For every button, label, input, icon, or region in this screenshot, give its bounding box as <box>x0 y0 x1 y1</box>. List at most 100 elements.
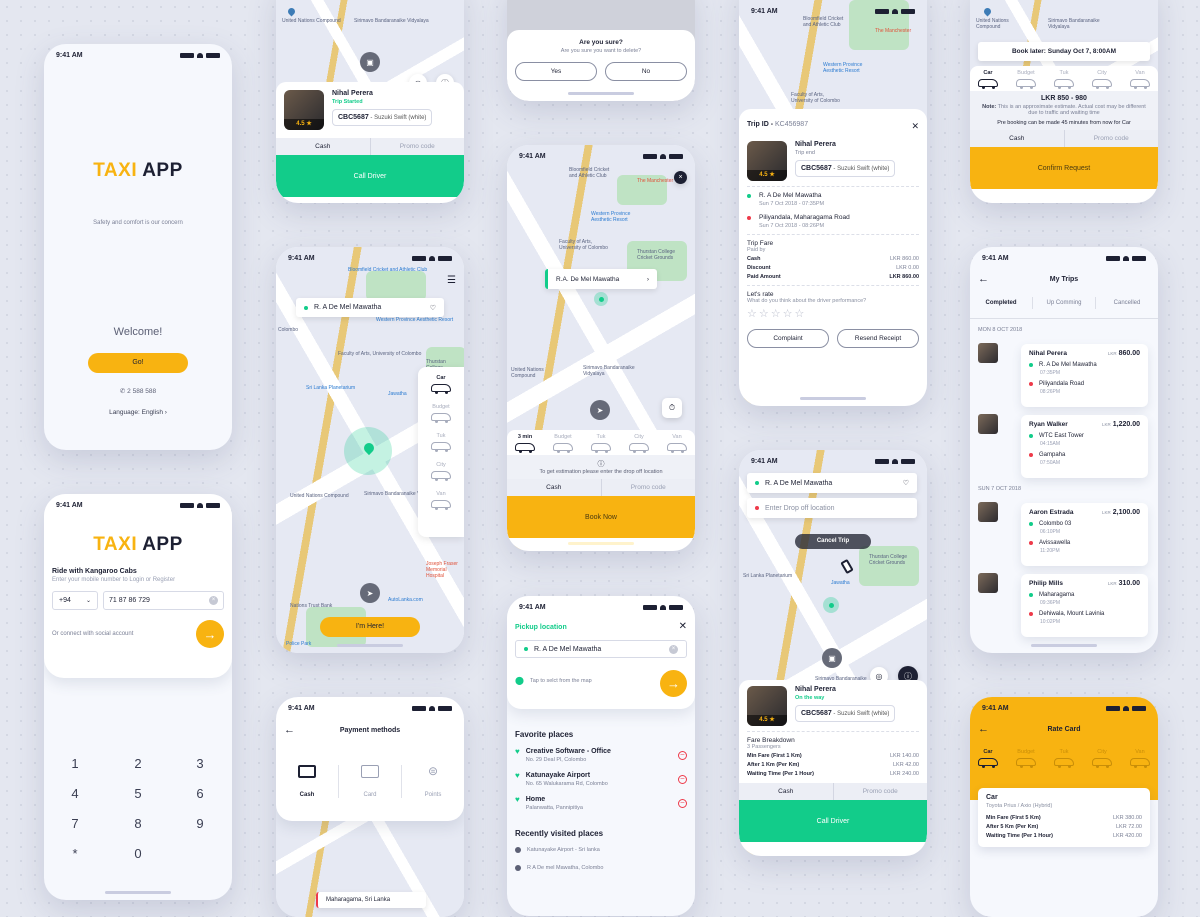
vehicle-car[interactable]: Car <box>418 375 464 394</box>
trip-card[interactable]: Philip Mills LKR 310.00 Maharagama 09:36… <box>1021 574 1148 637</box>
promo-code-button[interactable]: Promo code <box>832 783 928 800</box>
vehicle-tuk[interactable]: Tuk <box>591 434 611 453</box>
clear-icon[interactable]: × <box>209 596 218 605</box>
yes-button[interactable]: Yes <box>515 62 597 81</box>
vehicle-car[interactable]: 3 min <box>515 434 535 453</box>
trip-card[interactable]: Ryan Walker LKR 1,220.00 WTC East Tower … <box>1021 415 1148 478</box>
vehicle-van[interactable]: Van <box>1130 70 1150 89</box>
confirm-request-button[interactable]: Confirm Request <box>970 147 1158 189</box>
star-icon[interactable]: ☆ <box>795 308 807 320</box>
language-selector[interactable]: Language: English › <box>44 409 232 416</box>
vehicle-tuk[interactable]: Tuk <box>1054 70 1074 89</box>
complaint-button[interactable]: Complaint <box>747 329 829 348</box>
vehicle-budget[interactable]: Budget <box>1016 749 1036 768</box>
star-icon[interactable]: ☆ <box>783 308 795 320</box>
vehicle-van[interactable]: Van <box>418 491 464 510</box>
book-now-button[interactable]: Book Now <box>507 496 695 538</box>
vehicle-city[interactable]: City <box>418 462 464 481</box>
menu-icon[interactable]: ☰ <box>447 275 456 286</box>
vehicle-budget[interactable]: Budget <box>1016 70 1036 89</box>
key-1[interactable]: 1 <box>65 756 85 771</box>
tab-cancelled[interactable]: Cancelled <box>1096 297 1158 318</box>
navigate-icon[interactable]: ➤ <box>590 400 610 420</box>
tab-upcoming[interactable]: Up Comming <box>1032 297 1096 309</box>
recent-place[interactable]: R A De mel Mawatha, Colombo <box>515 865 687 871</box>
key-2[interactable]: 2 <box>128 756 148 771</box>
schedule-timer-icon[interactable]: ⏱ <box>662 398 682 418</box>
pickup-location-field[interactable]: R. A De Mel Mawatha ♡ <box>747 473 917 493</box>
go-button[interactable]: Go! <box>88 353 188 373</box>
vehicle-city[interactable]: City <box>1092 749 1112 768</box>
key-9[interactable]: 9 <box>190 816 210 831</box>
pickup-location-field[interactable]: R. A De Mel Mawatha ♡ <box>296 298 444 317</box>
drop-location-input[interactable]: Enter Drop off location <box>747 498 917 518</box>
drop-location-bar[interactable]: Maharagama, Sri Lanka <box>316 892 426 908</box>
navigate-icon[interactable]: ➤ <box>360 583 380 603</box>
remove-favorite-icon[interactable]: – <box>678 775 687 784</box>
submit-arrow-button[interactable]: → <box>660 670 687 697</box>
support-phone[interactable]: ✆ 2 588 588 <box>44 387 232 395</box>
close-icon[interactable]: ✕ <box>679 621 687 632</box>
key-star[interactable]: * <box>65 846 85 861</box>
payment-option-cash[interactable]: Cash <box>276 765 338 798</box>
pickup-location-callout[interactable]: R.A. De Mel Mawatha › <box>545 269 657 289</box>
call-driver-button[interactable]: Call Driver <box>276 155 464 197</box>
vehicle-budget[interactable]: Budget <box>553 434 573 453</box>
vehicle-budget[interactable]: Budget <box>418 404 464 423</box>
trip-card[interactable]: Aaron Estrada LKR 2,100.00 Colombo 03 06… <box>1021 503 1148 566</box>
no-button[interactable]: No <box>605 62 687 81</box>
payment-cash-button[interactable]: Cash <box>739 783 833 800</box>
vehicle-car[interactable]: Car <box>978 70 998 89</box>
social-connect-link[interactable]: Or connect with social account <box>52 631 133 637</box>
vehicle-city[interactable]: City <box>629 434 649 453</box>
trip-card[interactable]: Nihal Perera LKR 860.00 R. A De Mel Mawa… <box>1021 344 1148 407</box>
favorite-place[interactable]: ♥ Katunayake Airport No. 65 Walukarama Rd,… <box>515 772 687 787</box>
vehicle-van[interactable]: Van <box>1130 749 1150 768</box>
select-from-map-link[interactable]: ⬤ Tap to selct from the map <box>515 676 592 685</box>
vehicle-car[interactable]: Car <box>978 749 998 768</box>
country-code-select[interactable]: +94 ⌄ <box>52 591 98 610</box>
recent-place[interactable]: Katunayake Airport - Sri lanka <box>515 847 687 853</box>
heart-icon[interactable]: ♡ <box>903 479 909 487</box>
promo-code-button[interactable]: Promo code <box>369 138 465 155</box>
star-icon[interactable]: ☆ <box>759 308 771 320</box>
pickup-search-input[interactable]: R. A De Mel Mawatha × <box>515 640 687 658</box>
payment-cash-button[interactable]: Cash <box>970 130 1064 147</box>
cancel-trip-button[interactable]: Cancel Trip <box>795 534 871 549</box>
vehicle-tuk[interactable]: Tuk <box>418 433 464 452</box>
remove-favorite-icon[interactable]: – <box>678 751 687 760</box>
resend-receipt-button[interactable]: Resend Receipt <box>837 329 919 348</box>
mobile-number-input[interactable]: 71 87 86 729 × <box>103 591 224 610</box>
vehicle-tuk[interactable]: Tuk <box>1054 749 1074 768</box>
key-3[interactable]: 3 <box>190 756 210 771</box>
promo-code-button[interactable]: Promo code <box>600 479 696 496</box>
submit-arrow-button[interactable]: → <box>196 620 224 648</box>
vehicle-van[interactable]: Van <box>667 434 687 453</box>
payment-cash-button[interactable]: Cash <box>507 479 601 496</box>
favorite-place[interactable]: ♥ Creative Software - Office No. 29 Deal P… <box>515 748 687 763</box>
key-5[interactable]: 5 <box>128 786 148 801</box>
promo-code-button[interactable]: Promo code <box>1063 130 1159 147</box>
payment-option-points[interactable]: ⊜ Points <box>402 765 464 799</box>
key-8[interactable]: 8 <box>128 816 148 831</box>
star-icon[interactable]: ☆ <box>747 308 759 320</box>
key-6[interactable]: 6 <box>190 786 210 801</box>
close-icon[interactable]: × <box>674 171 687 184</box>
clear-icon[interactable]: × <box>669 644 678 654</box>
remove-favorite-icon[interactable]: – <box>678 799 687 808</box>
payment-option-card[interactable]: Card <box>338 765 402 798</box>
close-icon[interactable]: ✕ <box>911 121 919 132</box>
call-driver-button[interactable]: Call Driver <box>739 800 927 842</box>
tab-completed[interactable]: Completed <box>970 297 1032 318</box>
star-rating[interactable]: ☆☆☆☆☆ <box>747 307 919 320</box>
vehicle-city[interactable]: City <box>1092 70 1112 89</box>
key-7[interactable]: 7 <box>65 816 85 831</box>
key-4[interactable]: 4 <box>65 786 85 801</box>
star-icon[interactable]: ☆ <box>771 308 783 320</box>
key-0[interactable]: 0 <box>128 846 148 861</box>
favorite-place[interactable]: ♥ Home Palanwatta, Pannipitiya – <box>515 796 687 811</box>
im-here-button[interactable]: I'm Here! <box>320 617 420 637</box>
book-later-banner[interactable]: Book later: Sunday Oct 7, 8:00AM <box>978 42 1150 61</box>
heart-icon[interactable]: ♡ <box>430 304 436 312</box>
payment-cash-button[interactable]: Cash <box>276 138 370 155</box>
